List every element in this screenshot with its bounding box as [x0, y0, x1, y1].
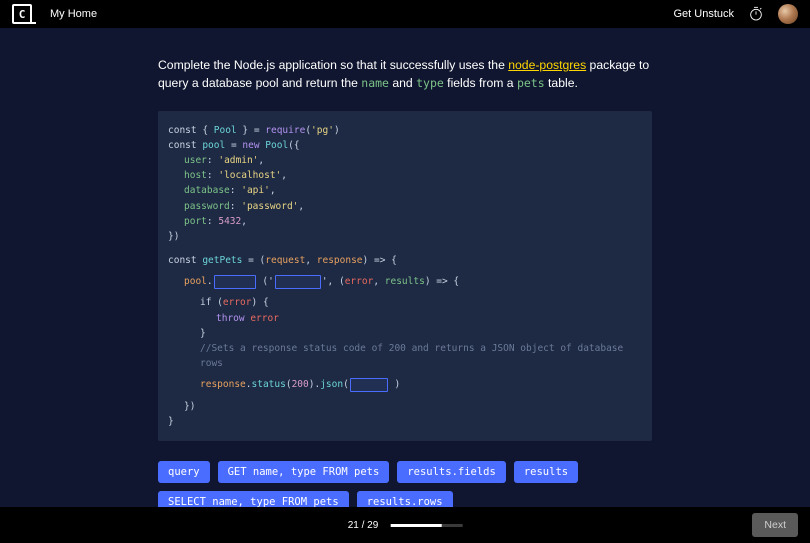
progress-text: 21 / 29 [348, 520, 379, 531]
code-block: const { Pool } = require('pg') const poo… [158, 111, 652, 441]
get-unstuck-button[interactable]: Get Unstuck [673, 8, 734, 20]
logo[interactable]: C [12, 4, 32, 24]
progress-fill [390, 524, 442, 527]
top-bar: C My Home Get Unstuck [0, 0, 810, 28]
node-postgres-link[interactable]: node-postgres [508, 58, 586, 72]
blank-3[interactable] [350, 378, 388, 392]
chip-results-fields[interactable]: results.fields [397, 461, 506, 483]
main-content: Complete the Node.js application so that… [0, 28, 810, 543]
chip-query[interactable]: query [158, 461, 210, 483]
question-prompt: Complete the Node.js application so that… [158, 56, 652, 93]
progress-bar [390, 524, 462, 527]
logo-letter: C [19, 8, 26, 21]
footer-bar: 21 / 29 Next [0, 507, 810, 543]
progress: 21 / 29 [348, 520, 463, 531]
blank-2[interactable] [275, 275, 321, 289]
next-button[interactable]: Next [752, 513, 798, 537]
my-home-link[interactable]: My Home [50, 8, 97, 20]
blank-1[interactable] [214, 275, 256, 289]
answer-chips: query GET name, type FROM pets results.f… [158, 461, 652, 513]
chip-results[interactable]: results [514, 461, 578, 483]
chip-get-name-type[interactable]: GET name, type FROM pets [218, 461, 390, 483]
timer-icon[interactable] [748, 6, 764, 22]
avatar[interactable] [778, 4, 798, 24]
